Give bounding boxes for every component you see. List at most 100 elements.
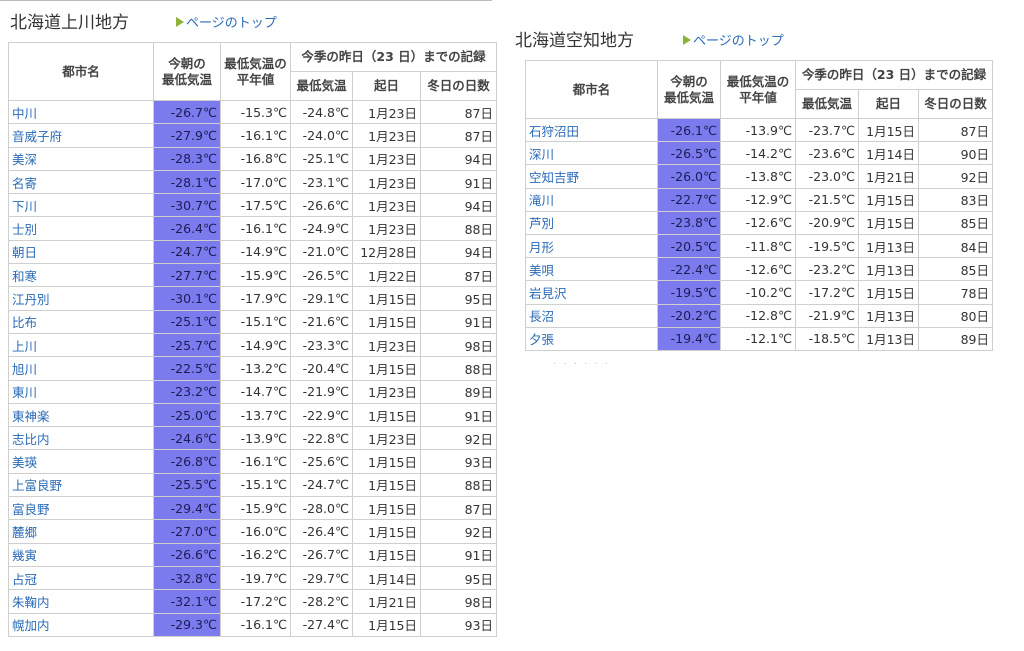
header-season-group: 今季の昨日（23 日）までの記録 [290,42,497,72]
winter-days-cell: 87日 [420,123,497,148]
city-link[interactable]: 旭川 [8,356,154,381]
normal-min-cell: -19.7℃ [220,565,291,591]
winter-days-cell: 91日 [420,402,497,428]
season-date-cell: 1月21日 [858,164,919,189]
city-link[interactable]: 美深 [8,146,154,171]
city-link[interactable]: 幌加内 [8,612,154,637]
city-link[interactable]: 芦別 [525,210,658,235]
header-today-min-line1: 今朝の [670,73,708,89]
city-link[interactable]: 志比内 [8,426,154,451]
header-normal-min-line1: 最低気温の [224,55,287,71]
today-min-cell: -26.8℃ [153,449,221,474]
season-min-cell: -20.9℃ [795,210,859,235]
winter-days-cell: 91日 [420,169,497,195]
normal-min-cell: -17.2℃ [220,589,291,614]
today-min-cell: -24.7℃ [153,239,221,265]
city-link[interactable]: 麓郷 [8,519,154,544]
normal-min-cell: -16.1℃ [220,449,291,474]
city-link[interactable]: 下川 [8,193,154,218]
city-link[interactable]: 滝川 [525,187,658,212]
city-link[interactable]: 富良野 [8,496,154,521]
city-link[interactable]: 朱鞠内 [8,589,154,614]
city-link[interactable]: 空知吉野 [525,164,658,189]
sorachi-table: 都市名 今朝の 最低気温 最低気温の 平年値 今季の昨日（23 日）までの記録 最低… [525,60,993,351]
season-date-cell: 1月13日 [858,303,919,328]
city-link[interactable]: 美唄 [525,257,658,282]
normal-min-cell: -13.2℃ [220,356,291,381]
arrow-right-icon [176,16,184,27]
season-date-cell: 1月13日 [858,257,919,282]
city-link[interactable]: 占冠 [8,565,154,591]
today-min-cell: -27.0℃ [153,519,221,544]
page-top-link[interactable]: ページのトップ [683,30,784,49]
city-link[interactable]: 音威子府 [8,123,154,148]
season-date-cell: 1月15日 [858,210,919,235]
today-min-cell: -22.7℃ [657,187,721,212]
city-link[interactable]: 上川 [8,332,154,358]
city-link[interactable]: 比布 [8,309,154,334]
winter-days-cell: 85日 [918,257,993,282]
normal-min-cell: -16.0℃ [220,519,291,544]
city-link[interactable]: 深川 [525,141,658,166]
today-min-cell: -25.7℃ [153,332,221,358]
city-link[interactable]: 和寒 [8,263,154,288]
season-date-cell: 1月23日 [352,193,421,218]
winter-days-cell: 87日 [420,263,497,288]
city-link[interactable]: 東川 [8,379,154,404]
city-link[interactable]: 夕張 [525,326,658,351]
header-normal-min-line1: 最低気温の [726,73,790,89]
today-min-cell: -20.2℃ [657,303,721,328]
city-link[interactable]: 名寄 [8,169,154,195]
table-row: 美瑛 -26.8℃ -16.1℃ -25.6℃ 1月15日 93日 [8,449,497,474]
season-date-cell: 1月23日 [352,379,421,404]
winter-days-cell: 94日 [420,239,497,265]
page-top-link-label: ページのトップ [186,16,277,31]
header-today-min: 今朝の 最低気温 [657,60,721,119]
season-min-cell: -17.2℃ [795,280,859,305]
today-min-cell: -26.7℃ [153,99,221,125]
header-winter-days: 冬日の日数 [918,89,993,119]
today-min-cell: -26.4℃ [153,216,221,241]
season-min-cell: -26.7℃ [290,542,353,567]
page-top-link[interactable]: ページのトップ [176,12,277,31]
season-min-cell: -23.2℃ [795,257,859,282]
normal-min-cell: -12.8℃ [720,303,796,328]
normal-min-cell: -14.9℃ [220,332,291,358]
city-link[interactable]: 江丹別 [8,286,154,311]
season-date-cell: 1月13日 [858,326,919,351]
normal-min-cell: -14.7℃ [220,379,291,404]
today-min-cell: -24.6℃ [153,426,221,451]
normal-min-cell: -16.1℃ [220,612,291,637]
city-link[interactable]: 岩見沢 [525,280,658,305]
city-link[interactable]: 士別 [8,216,154,241]
region-header: 北海道空知地方 ページのトップ [513,24,997,60]
city-link[interactable]: 美瑛 [8,449,154,474]
top-divider [0,0,492,1]
today-min-cell: -23.2℃ [153,379,221,404]
winter-days-cell: 78日 [918,280,993,305]
table-row: 士別 -26.4℃ -16.1℃ -24.9℃ 1月23日 88日 [8,216,497,241]
city-link[interactable]: 東神楽 [8,402,154,428]
table-row: 美深 -28.3℃ -16.8℃ -25.1℃ 1月23日 94日 [8,146,497,171]
header-today-min-line2: 最低気温 [663,89,714,105]
header-city: 都市名 [8,42,154,101]
city-link[interactable]: 幾寅 [8,542,154,567]
season-min-cell: -24.8℃ [290,99,353,125]
region-header: 北海道上川地方 ページのトップ [8,6,498,42]
season-date-cell: 1月15日 [352,519,421,544]
city-link[interactable]: 月形 [525,233,658,259]
city-link[interactable]: 石狩沼田 [525,117,658,143]
season-min-cell: -26.5℃ [290,263,353,288]
page-top-link-label: ページのトップ [693,34,784,49]
winter-days-cell: 84日 [918,233,993,259]
kamikawa-table-body: 中川 -26.7℃ -15.3℃ -24.8℃ 1月23日 87日 音威子府 -27.9℃ -1… [8,99,497,637]
normal-min-cell: -16.1℃ [220,216,291,241]
city-link[interactable]: 朝日 [8,239,154,265]
winter-days-cell: 88日 [420,356,497,381]
city-link[interactable]: 中川 [8,99,154,125]
today-min-cell: -26.5℃ [657,141,721,166]
city-link[interactable]: 長沼 [525,303,658,328]
city-link[interactable]: 上富良野 [8,472,154,498]
normal-min-cell: -12.1℃ [720,326,796,351]
normal-min-cell: -13.9℃ [220,426,291,451]
